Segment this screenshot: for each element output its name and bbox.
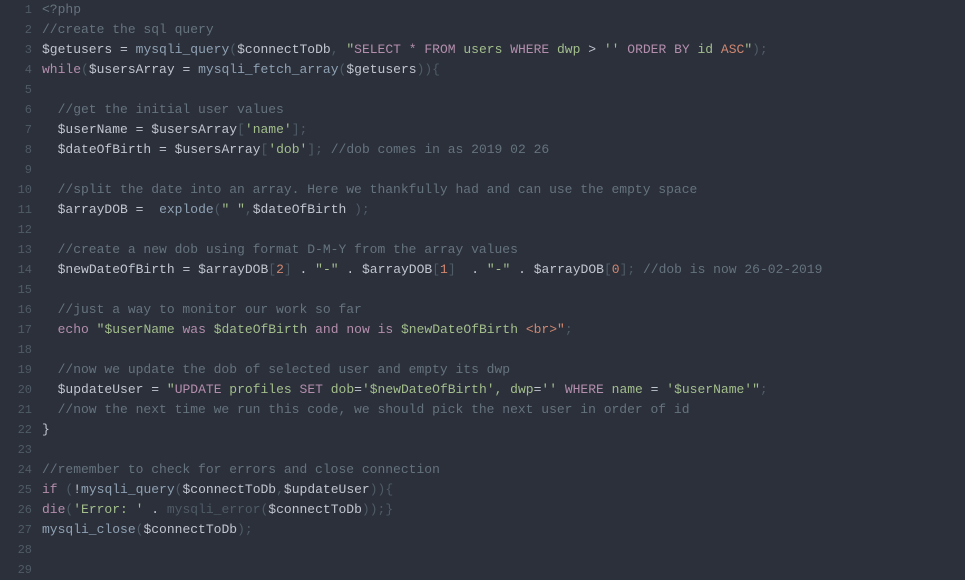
code-line: //remember to check for errors and close… [42,460,965,480]
code-line: //split the date into an array. Here we … [42,180,965,200]
code-line: //get the initial user values [42,100,965,120]
line-number: 13 [0,240,32,260]
code-line [42,440,965,460]
line-number: 23 [0,440,32,460]
line-number: 27 [0,520,32,540]
line-number: 19 [0,360,32,380]
code-line: //now the next time we run this code, we… [42,400,965,420]
code-line: if (!mysqli_query($connectToDb,$updateUs… [42,480,965,500]
line-number: 6 [0,100,32,120]
line-number: 1 [0,0,32,20]
line-number: 26 [0,500,32,520]
code-line: $updateUser = "UPDATE profiles SET dob='… [42,380,965,400]
line-number: 22 [0,420,32,440]
code-line [42,560,965,580]
line-number: 21 [0,400,32,420]
code-line: $getusers = mysqli_query($connectToDb, "… [42,40,965,60]
line-number: 3 [0,40,32,60]
line-number: 16 [0,300,32,320]
code-line: //just a way to monitor our work so far [42,300,965,320]
code-editor: 1234567891011121314151617181920212223242… [0,0,965,580]
code-line: $newDateOfBirth = $arrayDOB[2] . "-" . $… [42,260,965,280]
line-number: 2 [0,20,32,40]
code-line: } [42,420,965,440]
line-number: 18 [0,340,32,360]
code-line: <?php [42,0,965,20]
line-number: 25 [0,480,32,500]
line-number: 9 [0,160,32,180]
code-area: <?php//create the sql query$getusers = m… [42,0,965,580]
code-line: while($usersArray = mysqli_fetch_array($… [42,60,965,80]
line-number: 15 [0,280,32,300]
line-number: 10 [0,180,32,200]
line-number: 11 [0,200,32,220]
code-line: $dateOfBirth = $usersArray['dob']; //dob… [42,140,965,160]
line-number: 28 [0,540,32,560]
code-line [42,220,965,240]
code-line [42,280,965,300]
code-line [42,340,965,360]
code-line: $userName = $usersArray['name']; [42,120,965,140]
code-line [42,160,965,180]
line-numbers: 1234567891011121314151617181920212223242… [0,0,42,580]
line-number: 12 [0,220,32,240]
code-line: echo "$userName was $dateOfBirth and now… [42,320,965,340]
line-number: 24 [0,460,32,480]
code-line: $arrayDOB = explode(" ",$dateOfBirth ); [42,200,965,220]
code-line: die('Error: ' . mysqli_error($connectToD… [42,500,965,520]
code-line: //create the sql query [42,20,965,40]
line-number: 8 [0,140,32,160]
code-line: mysqli_close($connectToDb); [42,520,965,540]
code-line: //now we update the dob of selected user… [42,360,965,380]
line-number: 29 [0,560,32,580]
line-number: 20 [0,380,32,400]
code-line [42,80,965,100]
code-line [42,540,965,560]
code-line: //create a new dob using format D-M-Y fr… [42,240,965,260]
line-number: 14 [0,260,32,280]
line-number: 4 [0,60,32,80]
line-number: 17 [0,320,32,340]
line-number: 7 [0,120,32,140]
line-number: 5 [0,80,32,100]
